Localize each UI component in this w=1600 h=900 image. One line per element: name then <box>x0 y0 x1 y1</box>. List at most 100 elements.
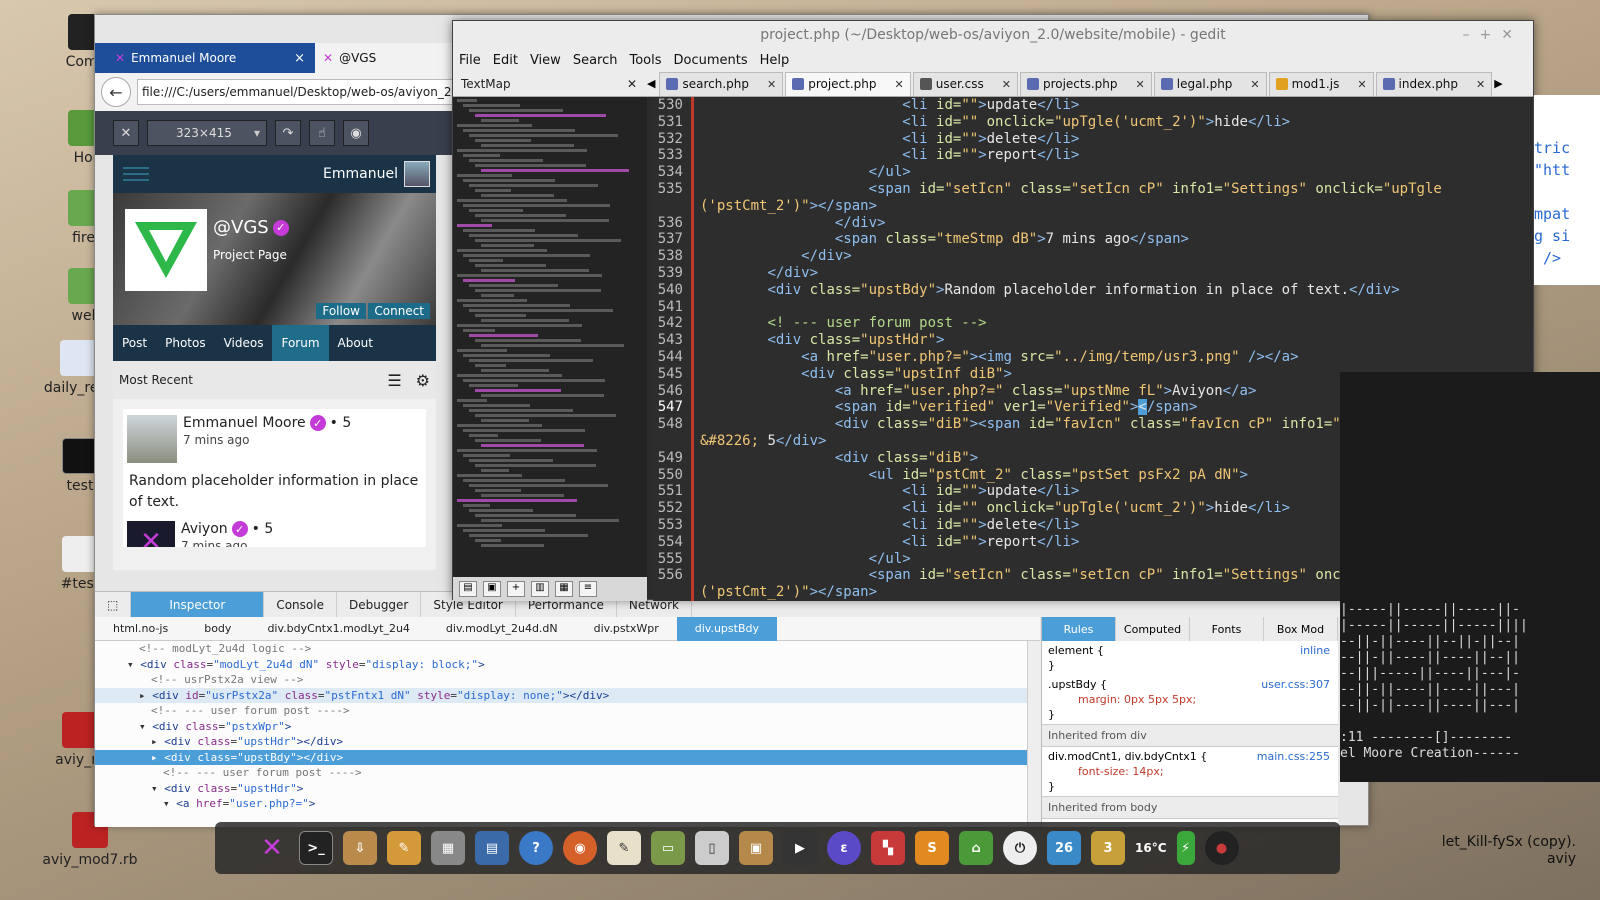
list-item[interactable]: ✕ Aviyon ✓ • 5 7 mins ago <box>127 521 422 547</box>
nav-forum[interactable]: Forum <box>272 325 329 361</box>
plus-icon[interactable]: + <box>507 581 525 597</box>
pick-element-icon[interactable]: ⬚ <box>95 591 132 618</box>
file-icon[interactable]: ▯ <box>695 831 729 865</box>
folder-icon[interactable]: ▭ <box>651 831 685 865</box>
tree-node[interactable]: <!-- --- user forum post ----> <box>95 703 1027 719</box>
browser-tab-emmanuel[interactable]: ✕ Emmanuel Moore × <box>107 43 313 73</box>
tab-rules[interactable]: Rules <box>1042 617 1116 641</box>
tab-mod1-js[interactable]: mod1.js ✕ <box>1268 71 1374 96</box>
breadcrumb-item-selected[interactable]: div.upstBdy <box>676 616 777 641</box>
tab-search-php[interactable]: search.php ✕ <box>659 71 784 96</box>
firefox-icon[interactable]: ◉ <box>563 831 597 865</box>
list-item[interactable]: Emmanuel Moore ✓ • 5 7 mins ago <box>127 415 422 463</box>
tab-project-php[interactable]: project.php ✕ <box>785 71 911 96</box>
header-user[interactable]: Emmanuel <box>323 161 430 187</box>
panel-icon[interactable]: ▥ <box>531 581 549 597</box>
window-controls[interactable]: –+✕ <box>1463 27 1523 43</box>
css-rule-inherited[interactable]: div.modCnt1, div.bdyCntx1 { main.css:255… <box>1042 747 1338 796</box>
breadcrumb-item[interactable]: body <box>186 617 249 641</box>
menu-file[interactable]: File <box>453 53 487 68</box>
viewport-size-select[interactable]: 323×415 <box>147 120 267 146</box>
connect-button[interactable]: Connect <box>368 303 430 319</box>
nav-photos[interactable]: Photos <box>156 325 214 361</box>
tree-node[interactable]: ▾ <a href="user.php?="> <box>95 796 1027 812</box>
terminal-window[interactable]: |-----||-----||-----||- |-----||-----||-… <box>1340 372 1600 782</box>
emacs-icon[interactable]: ε <box>827 831 861 865</box>
menu-documents[interactable]: Documents <box>668 53 754 68</box>
screenshot-icon[interactable]: ◉ <box>343 120 369 146</box>
nav-post[interactable]: Post <box>113 325 156 361</box>
tab-scroll-left-icon[interactable]: ◀ <box>647 77 655 90</box>
browser-tab-vgs[interactable]: ✕ @VGS <box>315 43 455 73</box>
tree-node[interactable]: <!-- modLyt_2u4d logic --> <box>95 641 1027 657</box>
follow-button[interactable]: Follow <box>316 303 366 319</box>
tree-node[interactable]: <!-- usrPstx2a view --> <box>95 672 1027 688</box>
close-icon[interactable]: ✕ <box>1250 78 1259 91</box>
close-icon[interactable]: ✕ <box>627 77 637 91</box>
notes-icon[interactable]: 3 <box>1091 831 1125 865</box>
rotate-icon[interactable]: ↷ <box>275 120 301 146</box>
close-icon[interactable]: ✕ <box>1476 78 1485 91</box>
close-icon[interactable]: ✕ <box>113 120 139 146</box>
document-viewer-icon[interactable]: ▤ <box>475 831 509 865</box>
sublime-icon[interactable]: S <box>915 831 949 865</box>
tree-node[interactable]: ▸ <div class="upstHdr"></div> <box>95 734 1027 750</box>
close-icon[interactable]: ✕ <box>767 78 776 91</box>
desktop-file-label[interactable]: let_Kill-fySx (copy). aviy <box>1442 834 1576 868</box>
textmap-minimap[interactable] <box>453 97 647 577</box>
menu-edit[interactable]: Edit <box>487 53 524 68</box>
tab-projects-php[interactable]: projects.php ✕ <box>1019 71 1152 96</box>
menu-search[interactable]: Search <box>567 53 624 68</box>
breadcrumb-item[interactable]: div.bdyCntx1.modLyt_2u4 <box>249 617 427 641</box>
tab-user-css[interactable]: user.css ✕ <box>912 71 1018 96</box>
rule-source-link[interactable]: user.css:307 <box>1261 677 1330 692</box>
tree-node[interactable]: ▾ <div class="pstxWpr"> <box>95 719 1027 735</box>
url-field[interactable]: file:///C:/users/emmanuel/Desktop/web-os… <box>137 79 457 105</box>
tree-node[interactable]: ▸ <div id="usrPstx2a" class="pstFntx1 dN… <box>95 687 1027 703</box>
tree-node[interactable]: ▾ <div class="upstHdr"> <box>95 781 1027 797</box>
close-icon[interactable]: ✕ <box>1002 78 1011 91</box>
menu-tools[interactable]: Tools <box>623 53 667 68</box>
help-icon[interactable]: ? <box>519 831 553 865</box>
css-rule-upstbdy[interactable]: .upstBdy { user.css:307 margin: 0px 5px … <box>1042 675 1338 724</box>
terminal-icon[interactable]: >_ <box>299 831 333 865</box>
tab-inspector[interactable]: Inspector <box>131 591 265 618</box>
updates-icon[interactable]: 26 <box>1047 831 1081 865</box>
tab-debugger[interactable]: Debugger <box>337 591 422 618</box>
panel-icon[interactable]: ▤ <box>459 581 477 597</box>
post-author[interactable]: Aviyon <box>181 521 228 537</box>
close-icon[interactable]: ✕ <box>1136 78 1145 91</box>
tree-node[interactable]: <!-- --- user forum post ----> <box>95 765 1027 781</box>
sort-lines-icon[interactable]: ☰ <box>387 371 401 390</box>
close-icon[interactable]: ✕ <box>1357 78 1366 91</box>
blocks-icon[interactable]: ▚ <box>871 831 905 865</box>
list-icon[interactable]: ≡ <box>579 581 597 597</box>
tab-index-php[interactable]: index.php ✕ <box>1375 71 1493 96</box>
breadcrumb-item[interactable]: div.pstxWpr <box>576 617 677 641</box>
post-author[interactable]: Emmanuel Moore <box>183 415 306 431</box>
tab-box-model[interactable]: Box Mod <box>1264 617 1338 641</box>
package-installer-icon[interactable]: ⇩ <box>343 831 377 865</box>
close-icon[interactable]: ✕ <box>895 78 904 91</box>
tab-computed[interactable]: Computed <box>1116 617 1190 641</box>
back-arrow-icon[interactable]: ← <box>101 77 131 107</box>
record-icon[interactable]: ● <box>1204 831 1239 865</box>
aviyon-logo-icon[interactable]: ✕ <box>255 831 289 865</box>
css-property[interactable]: font-size: 14px; <box>1048 764 1332 779</box>
breadcrumb-item[interactable]: div.modLyt_2u4d.dN <box>428 617 576 641</box>
gear-icon[interactable]: ⚙ <box>416 371 430 390</box>
nav-videos[interactable]: Videos <box>215 325 273 361</box>
panel-icon[interactable]: ▦ <box>555 581 573 597</box>
menu-view[interactable]: View <box>524 53 567 68</box>
home-icon[interactable]: ⌂ <box>959 831 993 865</box>
tab-console[interactable]: Console <box>264 591 337 618</box>
panel-icon[interactable]: ▣ <box>483 581 501 597</box>
breadcrumb-item[interactable]: html.no-js <box>95 617 186 641</box>
video-icon[interactable]: ▶ <box>783 831 817 865</box>
nav-about[interactable]: About <box>329 325 382 361</box>
archive-icon[interactable]: ▣ <box>739 831 773 865</box>
hamburger-menu-icon[interactable] <box>123 167 149 181</box>
rule-source-link[interactable]: inline <box>1300 643 1330 658</box>
tree-node[interactable]: ▾ <div class="modLyt_2u4d dN" style="dis… <box>95 657 1027 673</box>
menu-help[interactable]: Help <box>754 53 796 68</box>
